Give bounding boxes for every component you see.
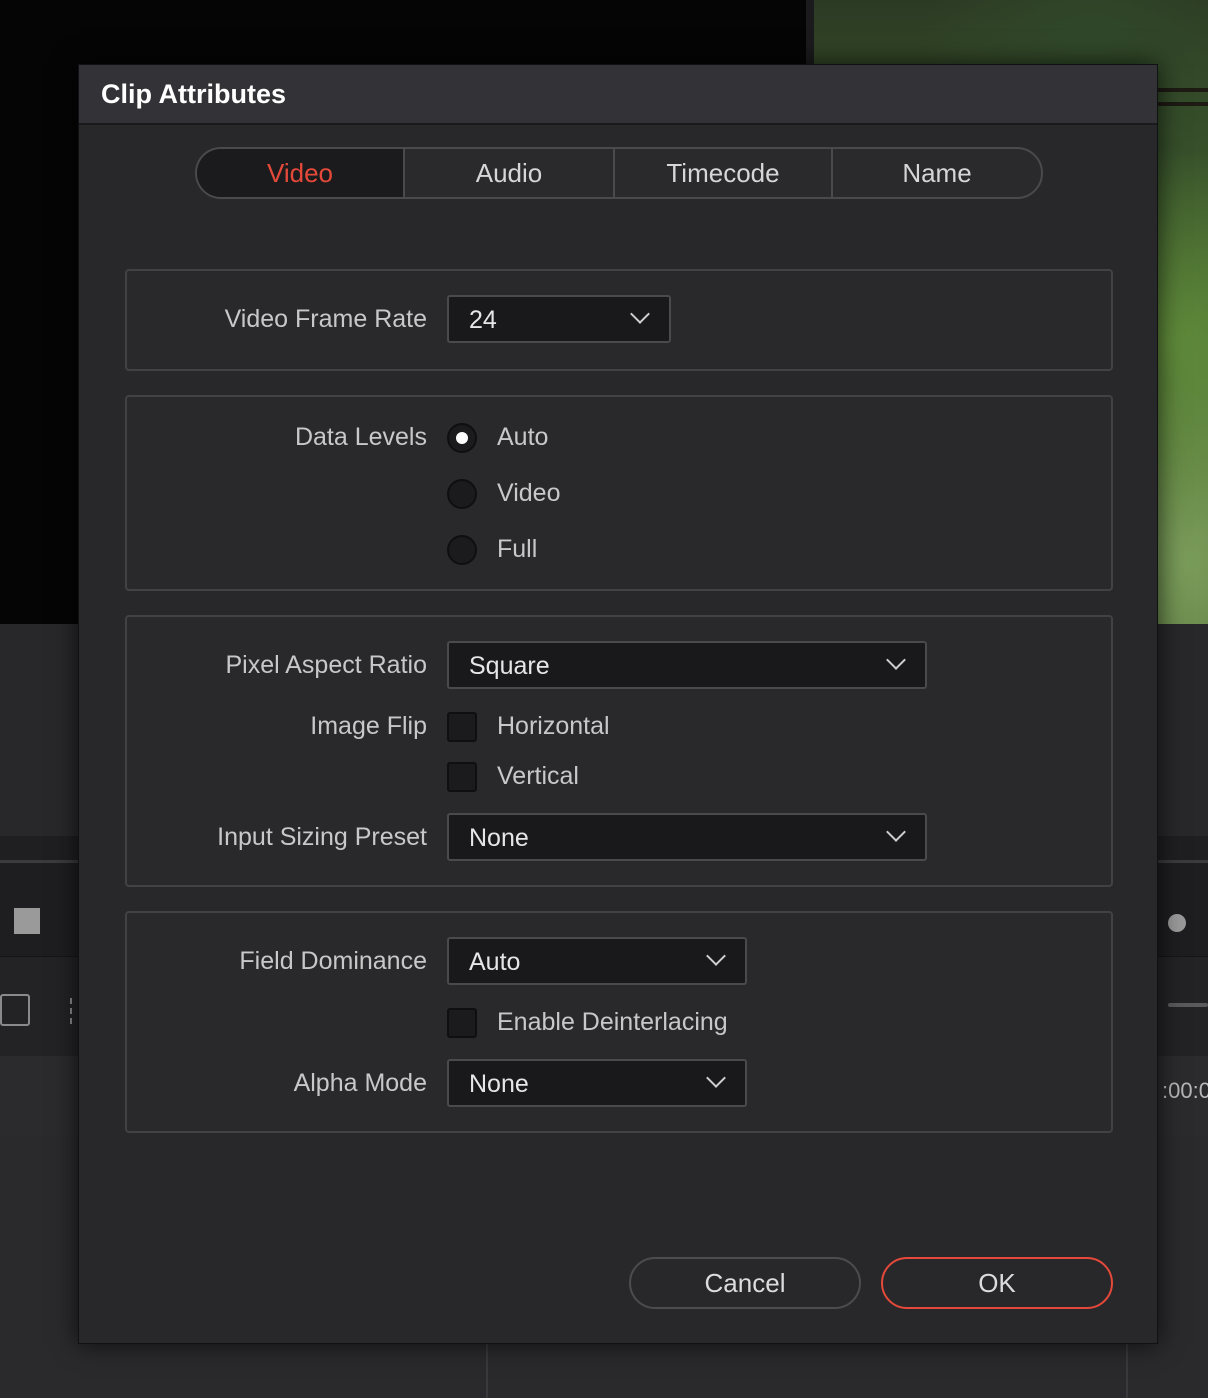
image-flip-label: Image Flip bbox=[310, 712, 427, 740]
data-levels-label: Data Levels bbox=[294, 423, 427, 451]
chevron-down-icon bbox=[630, 304, 650, 324]
alpha-mode-value: None bbox=[469, 1070, 529, 1098]
chevron-down-icon bbox=[886, 822, 906, 842]
data-levels-group: Data Levels Auto Video Full bbox=[125, 395, 1113, 591]
alpha-mode-select[interactable]: None bbox=[447, 1059, 747, 1107]
ok-button[interactable]: OK bbox=[881, 1257, 1113, 1309]
dialog-title: Clip Attributes bbox=[101, 79, 286, 109]
image-group: Pixel Aspect Ratio Square Image Flip Hor… bbox=[125, 615, 1113, 887]
frame-rate-group: Video Frame Rate 24 bbox=[125, 269, 1113, 371]
pixel-aspect-ratio-select[interactable]: Square bbox=[447, 641, 927, 689]
chevron-down-icon bbox=[706, 1068, 726, 1088]
tab-bar: Video Audio Timecode Name bbox=[195, 147, 1043, 199]
input-sizing-preset-value: None bbox=[469, 824, 529, 852]
data-levels-auto-label: Auto bbox=[497, 423, 549, 451]
timeline-divider bbox=[486, 1340, 488, 1398]
flip-vertical-checkbox[interactable] bbox=[447, 762, 477, 792]
flip-horizontal-label: Horizontal bbox=[497, 712, 610, 740]
tab-video[interactable]: Video bbox=[197, 149, 405, 197]
field-dominance-value: Auto bbox=[469, 948, 521, 976]
cancel-button[interactable]: Cancel bbox=[629, 1257, 861, 1309]
video-frame-rate-select[interactable]: 24 bbox=[447, 295, 671, 343]
viewer-image-detail bbox=[1158, 102, 1208, 106]
field-group: Field Dominance Auto Enable Deinterlacin… bbox=[125, 911, 1113, 1133]
data-levels-video-radio[interactable] bbox=[447, 479, 477, 509]
stop-icon[interactable] bbox=[14, 908, 40, 934]
enable-deinterlacing-label: Enable Deinterlacing bbox=[497, 1008, 728, 1036]
input-sizing-preset-select[interactable]: None bbox=[447, 813, 927, 861]
enable-deinterlacing-checkbox[interactable] bbox=[447, 1008, 477, 1038]
tab-audio[interactable]: Audio bbox=[405, 149, 615, 197]
data-levels-full-label: Full bbox=[497, 535, 538, 563]
pixel-aspect-ratio-label: Pixel Aspect Ratio bbox=[225, 651, 428, 679]
data-levels-auto-radio[interactable] bbox=[447, 423, 477, 453]
tab-name[interactable]: Name bbox=[833, 149, 1041, 197]
viewer-image-detail bbox=[1158, 88, 1208, 92]
chevron-down-icon bbox=[886, 650, 906, 670]
chevron-down-icon bbox=[706, 946, 726, 966]
video-frame-rate-label: Video Frame Rate bbox=[224, 305, 427, 333]
video-frame-rate-value: 24 bbox=[469, 306, 497, 334]
field-dominance-select[interactable]: Auto bbox=[447, 937, 747, 985]
clip-insert-icon[interactable] bbox=[0, 994, 30, 1026]
pixel-aspect-ratio-value: Square bbox=[469, 652, 550, 680]
timeline-divider bbox=[1126, 1340, 1128, 1398]
data-levels-full-radio[interactable] bbox=[447, 535, 477, 565]
clip-attributes-dialog: Clip Attributes Video Audio Timecode Nam… bbox=[78, 64, 1158, 1344]
input-sizing-preset-label: Input Sizing Preset bbox=[217, 823, 427, 851]
record-icon[interactable] bbox=[1168, 914, 1186, 932]
zoom-slider[interactable] bbox=[1168, 1003, 1208, 1007]
flip-horizontal-checkbox[interactable] bbox=[447, 712, 477, 742]
alpha-mode-label: Alpha Mode bbox=[293, 1069, 427, 1097]
data-levels-video-label: Video bbox=[497, 479, 561, 507]
tab-timecode[interactable]: Timecode bbox=[615, 149, 833, 197]
timecode-text: :00:0 bbox=[1162, 1078, 1208, 1103]
dialog-titlebar[interactable]: Clip Attributes bbox=[79, 65, 1157, 125]
flip-vertical-label: Vertical bbox=[497, 762, 579, 790]
field-dominance-label: Field Dominance bbox=[239, 947, 427, 975]
